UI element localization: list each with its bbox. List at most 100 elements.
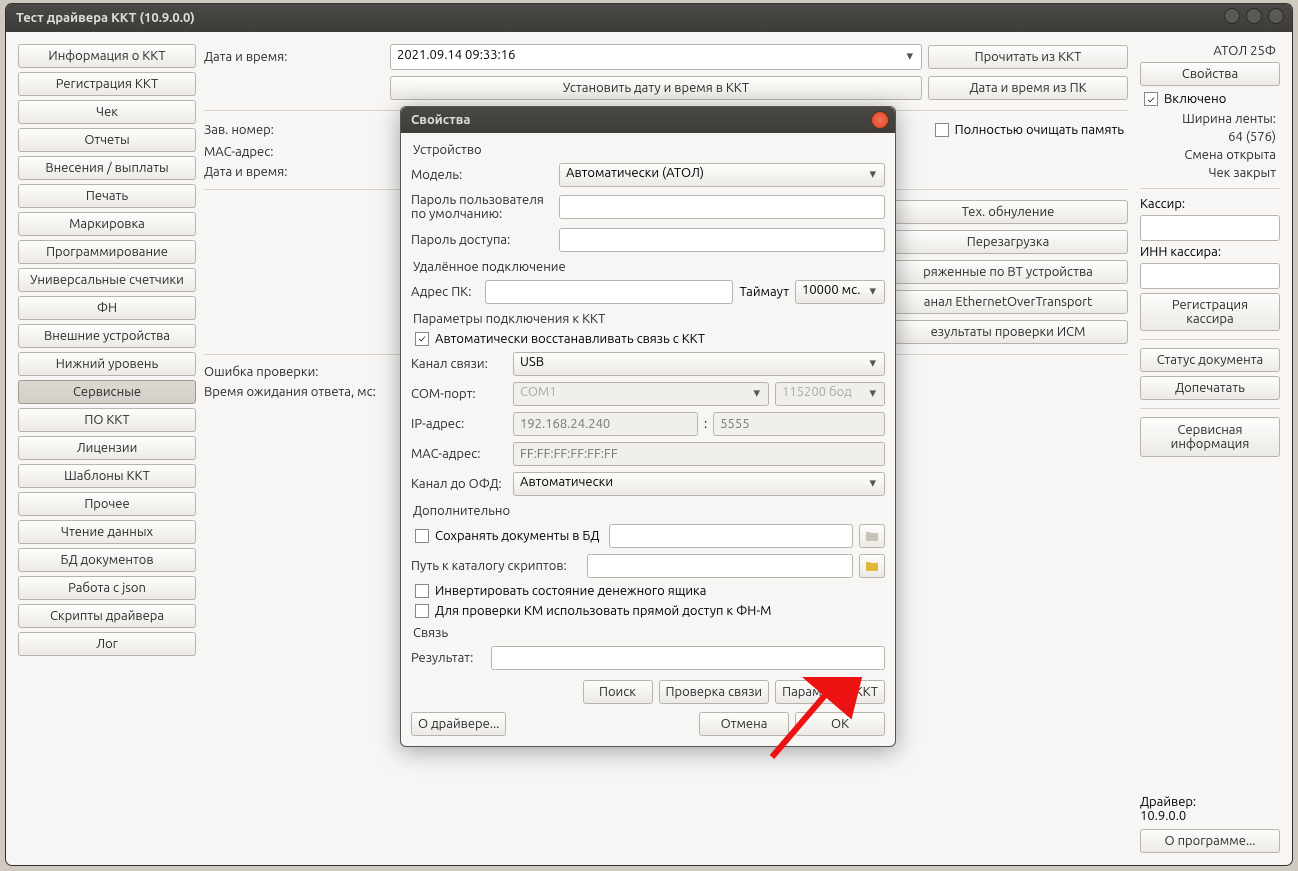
sidebar-item-print[interactable]: Печать <box>18 184 196 208</box>
km-direct-checkbox[interactable]: Для проверки КМ использовать прямой дост… <box>411 602 885 620</box>
folder-icon[interactable] <box>859 524 885 548</box>
pc-addr-input[interactable] <box>485 280 733 304</box>
sidebar-item-extdev[interactable]: Внешние устройства <box>18 324 196 348</box>
check-error-label: Ошибка проверки: <box>204 365 319 379</box>
folder-open-icon[interactable] <box>859 554 885 578</box>
result-input[interactable] <box>491 646 885 670</box>
group-device: Устройство <box>411 139 885 159</box>
access-pwd-input[interactable] <box>559 228 885 252</box>
com-baud-select: 115200 бод <box>775 382 885 406</box>
channel-label: Канал связи: <box>411 357 507 371</box>
cashier-input[interactable] <box>1140 215 1280 241</box>
sidebar-item-program[interactable]: Программирование <box>18 240 196 264</box>
sidebar-item-reports[interactable]: Отчеты <box>18 128 196 152</box>
sidebar-item-check[interactable]: Чек <box>18 100 196 124</box>
sidebar-item-readdata[interactable]: Чтение данных <box>18 520 196 544</box>
read-from-kkt-button[interactable]: Прочитать из ККТ <box>928 45 1128 69</box>
doc-status-button[interactable]: Статус документа <box>1140 348 1280 372</box>
sidebar-item-templates[interactable]: Шаблоны ККТ <box>18 464 196 488</box>
search-button[interactable]: Поиск <box>583 680 653 704</box>
check-icon: ✓ <box>415 332 429 346</box>
service-info-button[interactable]: Сервисная информация <box>1140 417 1280 457</box>
datetime-from-pc-button[interactable]: Дата и время из ПК <box>928 76 1128 100</box>
ofd-label: Канал до ОФД: <box>411 477 507 491</box>
group-params: Параметры подключения к ККТ <box>411 308 885 328</box>
group-extra: Дополнительно <box>411 500 885 520</box>
kkt-params-button[interactable]: Параметры ККТ <box>775 680 885 704</box>
dialog-title: Свойства <box>411 113 470 127</box>
tape-width-value: 64 (576) <box>1140 130 1280 144</box>
mac-label: MAC-адрес: <box>204 145 384 159</box>
sidebar-item-dbdocs[interactable]: БД документов <box>18 548 196 572</box>
ofd-select[interactable]: Автоматически <box>513 472 885 496</box>
close-icon[interactable] <box>1268 8 1284 24</box>
paired-bt-button[interactable]: ряженные по BT устройства <box>888 260 1128 284</box>
dialog-close-icon[interactable] <box>871 111 889 129</box>
checkbox-icon <box>415 529 429 543</box>
sidebar-item-fn[interactable]: ФН <box>18 296 196 320</box>
about-app-button[interactable]: О программе... <box>1140 829 1280 853</box>
inn-input[interactable] <box>1140 263 1280 289</box>
model-select[interactable]: Автоматически (АТОЛ) <box>559 163 885 187</box>
check-status: Чек закрыт <box>1140 166 1280 180</box>
scripts-path-label: Путь к каталогу скриптов: <box>411 559 581 573</box>
ethernet-channel-button[interactable]: анал EthernetOverTransport <box>888 290 1128 314</box>
tech-reset-button[interactable]: Тех. обнуление <box>888 200 1128 224</box>
ism-results-button[interactable]: езультаты проверки ИСМ <box>888 320 1128 344</box>
ip-label: IP-адрес: <box>411 417 507 431</box>
driver-version: 10.9.0.0 <box>1140 809 1280 823</box>
register-cashier-button[interactable]: Регистрация кассира <box>1140 293 1280 331</box>
default-pwd-input[interactable] <box>559 195 885 219</box>
datetime2-label: Дата и время: <box>204 165 384 179</box>
ok-button[interactable]: OK <box>795 712 885 736</box>
sidebar-item-cashflow[interactable]: Внесения / выплаты <box>18 156 196 180</box>
save-docs-checkbox[interactable]: Сохранять документы в БД <box>411 527 603 545</box>
clear-memory-checkbox[interactable]: Полностью очищать память <box>931 121 1128 139</box>
scripts-path-input[interactable] <box>587 554 853 578</box>
pc-addr-label: Адрес ПК: <box>411 285 479 299</box>
cashier-label: Кассир: <box>1140 197 1280 211</box>
sidebar-item-info[interactable]: Информация о ККТ <box>18 44 196 68</box>
com-label: COM-порт: <box>411 387 507 401</box>
remote-timeout-select[interactable]: 10000 мс. <box>795 280 885 304</box>
minimize-icon[interactable] <box>1224 8 1240 24</box>
set-datetime-button[interactable]: Установить дату и время в ККТ <box>390 76 922 100</box>
auto-reconnect-checkbox[interactable]: ✓ Автоматически восстанавливать связь с … <box>411 330 885 348</box>
check-link-button[interactable]: Проверка связи <box>659 680 770 704</box>
com-select: COM1 <box>513 382 769 406</box>
access-pwd-label: Пароль доступа: <box>411 233 553 247</box>
sidebar-item-licenses[interactable]: Лицензии <box>18 436 196 460</box>
sidebar-item-service[interactable]: Сервисные <box>18 380 196 404</box>
sidebar-item-po-kkt[interactable]: ПО ККТ <box>18 408 196 432</box>
datetime-select[interactable]: 2021.09.14 09:33:16 <box>390 44 922 70</box>
reprint-button[interactable]: Допечатать <box>1140 376 1280 400</box>
sidebar-item-scripts[interactable]: Скрипты драйвера <box>18 604 196 628</box>
checkbox-icon <box>935 123 949 137</box>
maximize-icon[interactable] <box>1246 8 1262 24</box>
serial-label: Зав. номер: <box>204 123 384 137</box>
sidebar-item-lowlevel[interactable]: Нижний уровень <box>18 352 196 376</box>
sidebar-item-log[interactable]: Лог <box>18 632 196 656</box>
enabled-checkbox[interactable]: ✓ Включено <box>1140 90 1280 108</box>
window-titlebar: Тест драйвера ККТ (10.9.0.0) <box>6 4 1292 32</box>
dlg-mac-label: MAC-адрес: <box>411 447 507 461</box>
about-driver-button[interactable]: О драйвере... <box>411 712 506 736</box>
sidebar-item-other[interactable]: Прочее <box>18 492 196 516</box>
save-docs-path-input[interactable] <box>609 524 853 548</box>
driver-label: Драйвер: <box>1140 795 1280 809</box>
inn-label: ИНН кассира: <box>1140 245 1280 259</box>
window-title: Тест драйвера ККТ (10.9.0.0) <box>16 11 195 25</box>
sidebar-item-counters[interactable]: Универсальные счетчики <box>18 268 196 292</box>
channel-select[interactable]: USB <box>513 352 885 376</box>
invert-drawer-checkbox[interactable]: Инвертировать состояние денежного ящика <box>411 582 885 600</box>
model-label: Модель: <box>411 168 553 182</box>
reboot-button[interactable]: Перезагрузка <box>888 230 1128 254</box>
sidebar-item-json[interactable]: Работа с json <box>18 576 196 600</box>
properties-button[interactable]: Свойства <box>1140 62 1280 86</box>
group-remote: Удалённое подключение <box>411 256 885 276</box>
sidebar-item-registration[interactable]: Регистрация ККТ <box>18 72 196 96</box>
sidebar-item-mark[interactable]: Маркировка <box>18 212 196 236</box>
datetime-label: Дата и время: <box>204 50 384 64</box>
result-label: Результат: <box>411 651 485 665</box>
cancel-button[interactable]: Отмена <box>699 712 789 736</box>
